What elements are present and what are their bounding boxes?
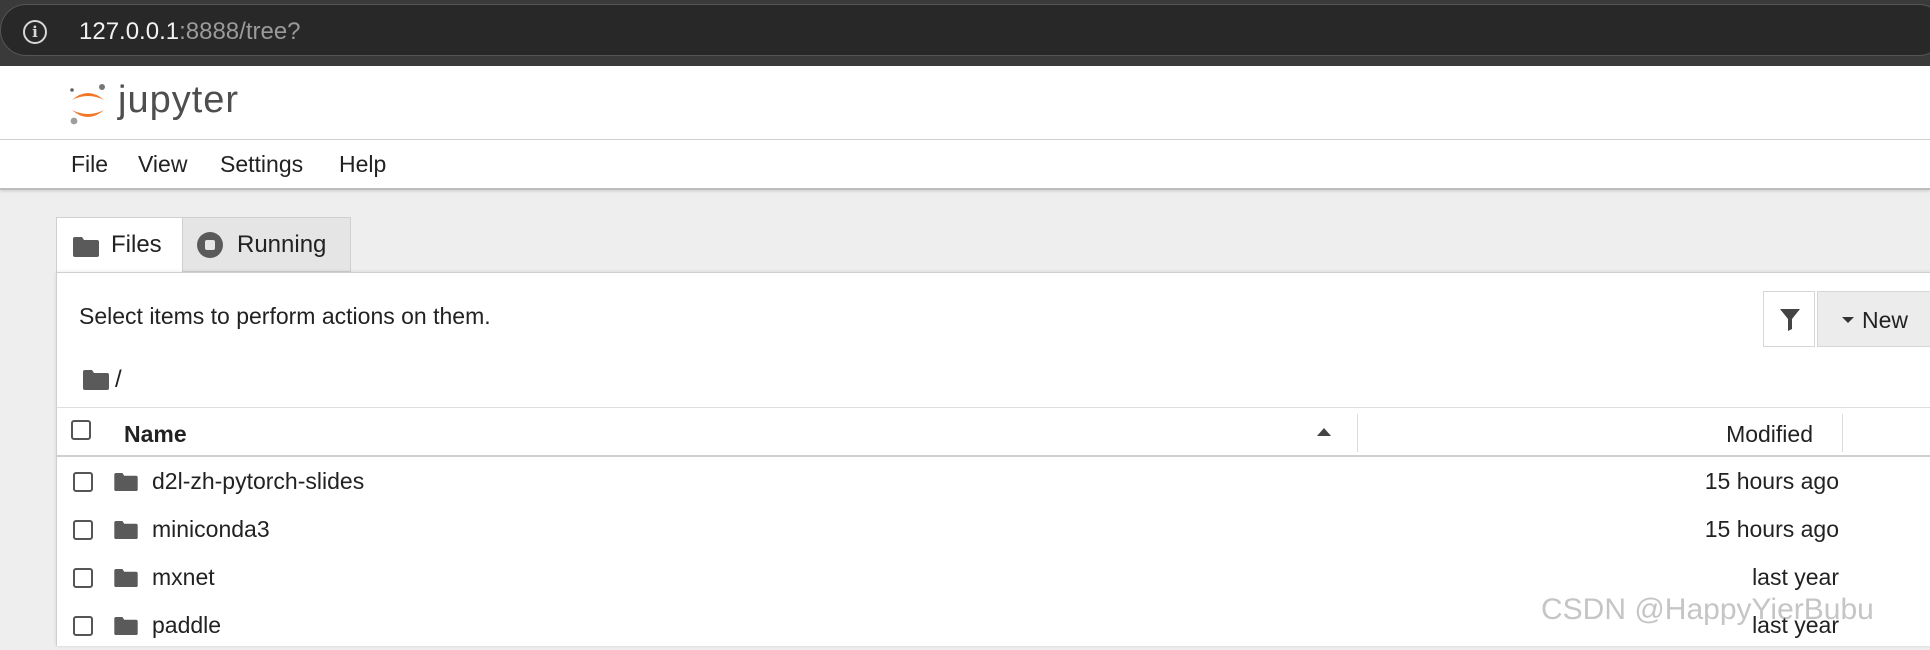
sort-ascending-icon (1317, 428, 1331, 436)
tab-running-label: Running (237, 231, 327, 258)
menu-view[interactable]: View (138, 150, 187, 178)
row-checkbox[interactable] (73, 616, 93, 636)
file-modified: last year (1752, 564, 1839, 590)
file-name[interactable]: d2l-zh-pytorch-slides (152, 468, 364, 495)
file-modified: 15 hours ago (1704, 468, 1839, 494)
file-modified: 15 hours ago (1704, 516, 1839, 542)
menu-file[interactable]: File (71, 150, 108, 178)
folder-icon (73, 237, 99, 257)
file-name[interactable]: mxnet (152, 564, 215, 591)
table-row[interactable]: d2l-zh-pytorch-slides 15 hours ago (57, 458, 1930, 506)
menu-help[interactable]: Help (339, 150, 386, 178)
table-row[interactable]: miniconda3 15 hours ago (57, 506, 1930, 554)
folder-icon (114, 473, 138, 491)
column-divider[interactable] (1842, 414, 1843, 452)
jupyter-logo-icon[interactable] (66, 80, 110, 128)
column-header-modified[interactable]: Modified (1726, 421, 1813, 448)
folder-icon (114, 521, 138, 539)
url-text[interactable]: 127.0.0.1:8888/tree? (79, 18, 301, 46)
caret-down-icon (1842, 317, 1854, 323)
breadcrumb-folder-icon[interactable] (83, 370, 109, 390)
new-button-label: New (1862, 307, 1909, 333)
folder-icon (114, 617, 138, 635)
filter-icon (1780, 309, 1800, 331)
column-divider[interactable] (1357, 414, 1358, 452)
watermark: CSDN @HappyYierBubu (1541, 593, 1874, 626)
url-host: 127.0.0.1 (79, 18, 180, 45)
select-all-checkbox[interactable] (71, 420, 91, 440)
row-checkbox[interactable] (73, 520, 93, 540)
menu-settings[interactable]: Settings (220, 150, 303, 178)
row-checkbox[interactable] (73, 568, 93, 588)
stop-circle-icon (197, 232, 223, 258)
column-header-name[interactable]: Name (124, 421, 187, 448)
address-bar[interactable]: i 127.0.0.1:8888/tree? (0, 4, 1930, 56)
new-button[interactable]: New (1817, 291, 1930, 347)
url-path: :8888/tree? (179, 18, 301, 45)
table-header: Name Modified (57, 407, 1930, 457)
breadcrumb-root[interactable]: / (115, 365, 122, 395)
row-checkbox[interactable] (73, 472, 93, 492)
file-name[interactable]: miniconda3 (152, 516, 270, 543)
selection-hint: Select items to perform actions on them. (79, 303, 491, 329)
jupyter-wordmark[interactable]: jupyter (118, 78, 239, 122)
file-name[interactable]: paddle (152, 612, 221, 639)
tab-running[interactable]: Running (182, 217, 351, 272)
site-info-icon[interactable]: i (23, 20, 47, 44)
menu-bar: File View Settings Help (0, 140, 1930, 190)
folder-icon (114, 569, 138, 587)
jupyter-header: jupyter (0, 66, 1930, 140)
browser-toolbar: i 127.0.0.1:8888/tree? (0, 0, 1930, 66)
tab-files-label: Files (111, 231, 162, 258)
tab-files[interactable]: Files (56, 217, 183, 273)
filter-button[interactable] (1763, 291, 1815, 347)
file-browser-panel: Select items to perform actions on them.… (56, 272, 1930, 646)
